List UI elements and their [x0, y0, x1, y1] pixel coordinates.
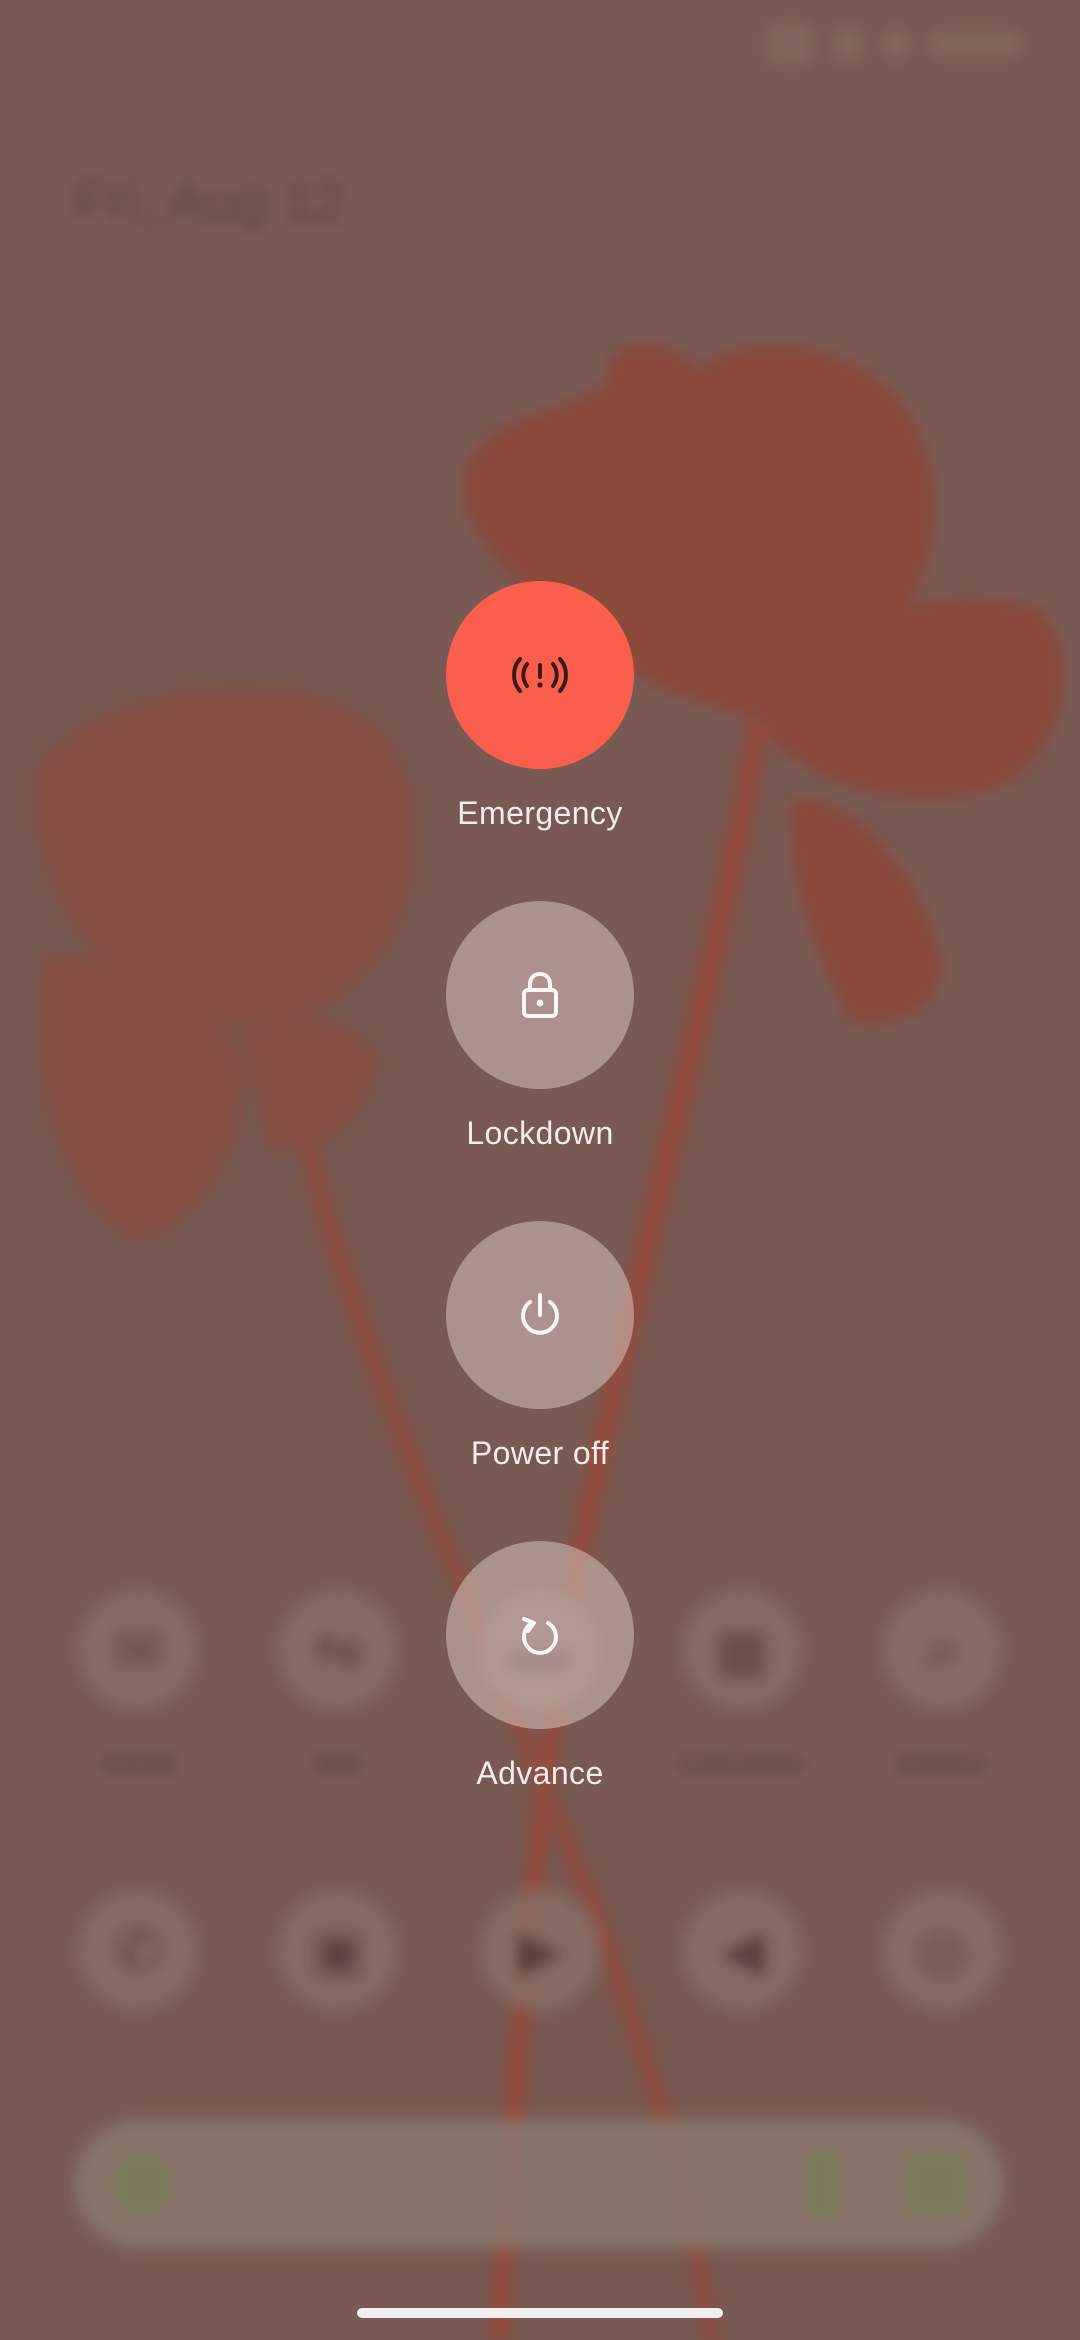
power-icon — [521, 1293, 559, 1335]
navigation-handle[interactable] — [357, 2308, 723, 2318]
emergency-label: Emergency — [457, 795, 623, 831]
power-off-action: Power off — [446, 1221, 634, 1472]
power-off-button[interactable] — [446, 1221, 634, 1409]
restart-button[interactable] — [446, 1541, 634, 1729]
lockdown-label: Lockdown — [466, 1115, 614, 1151]
emergency-broadcast-icon — [512, 657, 568, 693]
lockdown-button[interactable] — [446, 901, 634, 1089]
power-menu: Emergency Lockdown Power off Advance — [0, 0, 1080, 2340]
emergency-action: Emergency — [446, 581, 634, 832]
lock-icon — [522, 971, 558, 1018]
emergency-button[interactable] — [446, 581, 634, 769]
restart-label: Advance — [476, 1755, 604, 1791]
lockdown-action: Lockdown — [446, 901, 634, 1152]
power-off-label: Power off — [470, 1435, 610, 1471]
restart-action: Advance — [446, 1541, 634, 1792]
restart-icon — [522, 1617, 558, 1655]
